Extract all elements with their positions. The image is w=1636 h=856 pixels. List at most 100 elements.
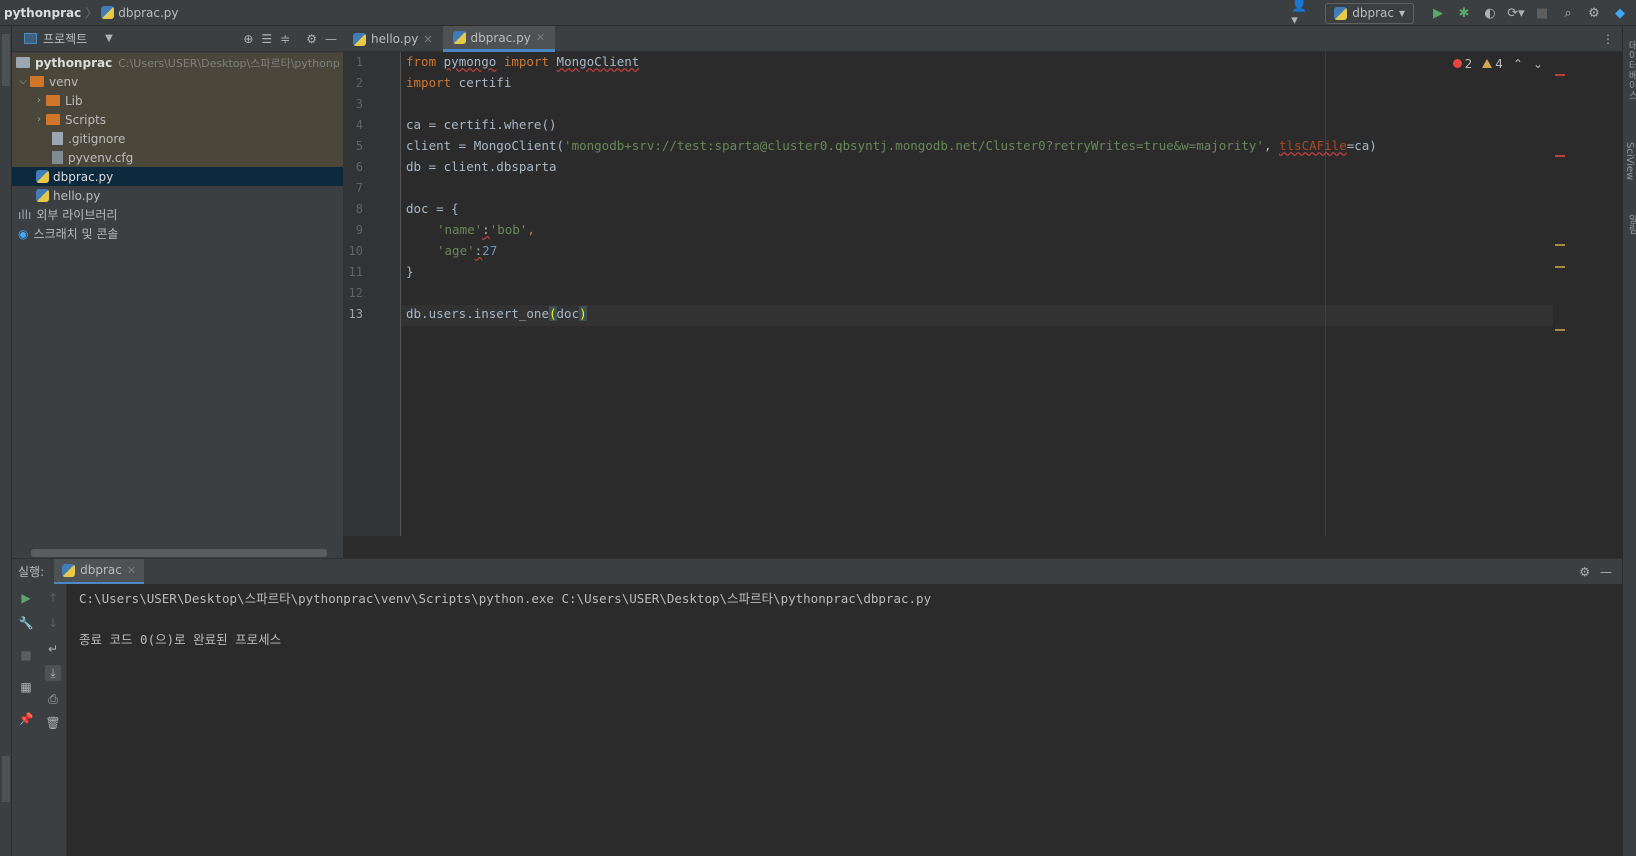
- project-view-select[interactable]: 프로젝트: [43, 30, 87, 47]
- tree-item-scratches[interactable]: ◉ 스크래치 및 콘솔: [12, 224, 343, 243]
- error-mark[interactable]: [1555, 74, 1565, 76]
- run-console[interactable]: C:\Users\USER\Desktop\스파르타\pythonprac\ve…: [67, 584, 1622, 856]
- gear-icon[interactable]: ⚙: [1584, 3, 1604, 23]
- bookmarks-tool-button[interactable]: [2, 756, 10, 802]
- user-icon[interactable]: 👤▾: [1291, 0, 1311, 28]
- breadcrumb: pythonprac 〉 dbprac.py: [0, 4, 179, 21]
- tree-item-label: Scripts: [65, 112, 107, 127]
- arrow-up-icon[interactable]: ↑: [45, 590, 61, 606]
- tab-dbprac-py[interactable]: dbprac.py ✕: [442, 26, 556, 52]
- line-number: 7: [355, 181, 363, 195]
- breadcrumb-separator: 〉: [85, 6, 98, 20]
- close-icon[interactable]: ✕: [536, 31, 545, 44]
- error-count[interactable]: 2: [1452, 57, 1473, 71]
- chevron-right-icon[interactable]: ›: [32, 95, 46, 106]
- run-tab-label: dbprac: [80, 563, 122, 577]
- chevron-down-icon[interactable]: ⌵: [16, 76, 30, 87]
- database-tool-label[interactable]: 데이터베이스: [1624, 40, 1636, 100]
- tree-item-venv[interactable]: ⌵ venv: [12, 72, 343, 91]
- rerun-icon[interactable]: ▶: [18, 590, 34, 606]
- tree-item-gitignore[interactable]: .gitignore: [12, 129, 343, 148]
- warning-mark[interactable]: [1555, 244, 1565, 246]
- chevron-down-icon[interactable]: ▼: [105, 33, 113, 44]
- code-line-6: db = client.dbsparta: [406, 159, 557, 174]
- scratch-icon: ◉: [18, 226, 29, 241]
- tree-item-pyvenv-cfg[interactable]: pyvenv.cfg: [12, 148, 343, 167]
- arrow-down-icon[interactable]: ↓: [45, 615, 61, 631]
- tree-item-label: venv: [49, 74, 79, 89]
- tree-item-scripts[interactable]: › Scripts: [12, 110, 343, 129]
- layout-icon[interactable]: ▦: [18, 679, 34, 695]
- pin-icon[interactable]: 📌: [18, 711, 34, 727]
- debug-icon[interactable]: ✱: [1454, 3, 1474, 23]
- print-icon[interactable]: ⎙: [45, 691, 61, 707]
- stop-icon[interactable]: ■: [18, 647, 34, 663]
- scroll-to-end-icon[interactable]: ⤓: [45, 665, 61, 681]
- stop-icon[interactable]: ■: [1532, 3, 1552, 23]
- editor-bottom-area: [343, 536, 1553, 558]
- line-number: 5: [355, 139, 363, 153]
- profile-icon[interactable]: ⟳▾: [1506, 3, 1526, 23]
- line-number: 3: [355, 97, 363, 111]
- minimize-icon[interactable]: —: [325, 32, 337, 46]
- error-count-value: 2: [1464, 57, 1473, 71]
- notifications-tool-label[interactable]: 알림: [1624, 214, 1636, 234]
- run-icon[interactable]: ▶: [1428, 3, 1448, 23]
- folder-icon: [30, 76, 44, 87]
- soft-wrap-icon[interactable]: ↵: [45, 641, 61, 657]
- locate-icon[interactable]: ⊕: [243, 32, 253, 46]
- console-command-line: C:\Users\USER\Desktop\스파르타\pythonprac\ve…: [79, 591, 932, 606]
- line-number: 12: [348, 286, 363, 300]
- collapse-all-icon[interactable]: ≑: [280, 32, 290, 46]
- project-horizontal-scrollbar[interactable]: [31, 549, 327, 557]
- tree-item-pythonprac[interactable]: pythonprac C:\Users\USER\Desktop\스파르타\py…: [12, 53, 343, 72]
- run-configuration-select[interactable]: dbprac ▾: [1325, 2, 1414, 24]
- close-icon[interactable]: ✕: [127, 564, 136, 577]
- line-number: 9: [355, 223, 363, 237]
- breadcrumb-file[interactable]: dbprac.py: [118, 6, 178, 20]
- editor-tab-bar: hello.py ✕ dbprac.py ✕ ⋮: [343, 26, 1622, 52]
- run-panel-label: 실행:: [18, 565, 45, 579]
- gear-icon[interactable]: ⚙: [1579, 565, 1590, 579]
- previous-highlight-icon[interactable]: ⌃: [1513, 57, 1523, 71]
- next-highlight-icon[interactable]: ⌄: [1533, 57, 1543, 71]
- code-token: =ca): [1346, 138, 1377, 153]
- gear-icon[interactable]: ⚙: [306, 32, 317, 46]
- chevron-right-icon[interactable]: ›: [32, 114, 46, 125]
- warning-count[interactable]: 4: [1482, 57, 1503, 71]
- editor-error-stripe[interactable]: [1553, 52, 1567, 536]
- line-number: 13: [348, 307, 363, 321]
- more-icon[interactable]: ⋮: [1602, 26, 1622, 51]
- project-tool-button[interactable]: [2, 34, 10, 86]
- trash-icon[interactable]: 🗑: [45, 715, 61, 731]
- tree-item-external-libraries[interactable]: ıllı 외부 라이브러리: [12, 205, 343, 224]
- plugin-icon[interactable]: ◆: [1610, 3, 1630, 23]
- project-view-icon: [24, 33, 37, 44]
- run-tab-dbprac[interactable]: dbprac ✕: [54, 558, 145, 585]
- folder-icon: [46, 114, 60, 125]
- folder-icon: [16, 57, 30, 68]
- tab-hello-py[interactable]: hello.py ✕: [343, 26, 443, 52]
- code-line-11: }: [406, 264, 414, 279]
- code-token: 'name': [437, 222, 483, 237]
- expand-all-icon[interactable]: ☰: [261, 32, 272, 46]
- code-line-13: db.users.insert_one(doc): [406, 306, 587, 321]
- error-mark[interactable]: [1555, 155, 1565, 157]
- warning-mark[interactable]: [1555, 266, 1565, 268]
- tree-item-dbprac[interactable]: dbprac.py: [12, 167, 343, 186]
- tree-item-label: pythonprac: [35, 55, 113, 70]
- breadcrumb-project[interactable]: pythonprac: [4, 6, 81, 20]
- warning-mark[interactable]: [1555, 329, 1565, 331]
- wrench-icon[interactable]: 🔧: [18, 615, 34, 631]
- sciview-tool-label[interactable]: SciView: [1624, 142, 1635, 180]
- minimize-icon[interactable]: —: [1600, 565, 1612, 579]
- tree-item-lib[interactable]: › Lib: [12, 91, 343, 110]
- code-token: import: [406, 75, 452, 90]
- close-icon[interactable]: ✕: [423, 33, 432, 46]
- coverage-icon[interactable]: ◐: [1480, 3, 1500, 23]
- search-icon[interactable]: ⌕: [1558, 3, 1578, 23]
- code-editor[interactable]: 1 2 3 4 5 6 7 8 9 10 11 12 13 from pymon…: [343, 52, 1553, 536]
- inspection-widget[interactable]: 2 4 ⌃ ⌄: [1452, 57, 1543, 71]
- tree-item-hello[interactable]: hello.py: [12, 186, 343, 205]
- code-line-2: import certifi: [406, 75, 511, 90]
